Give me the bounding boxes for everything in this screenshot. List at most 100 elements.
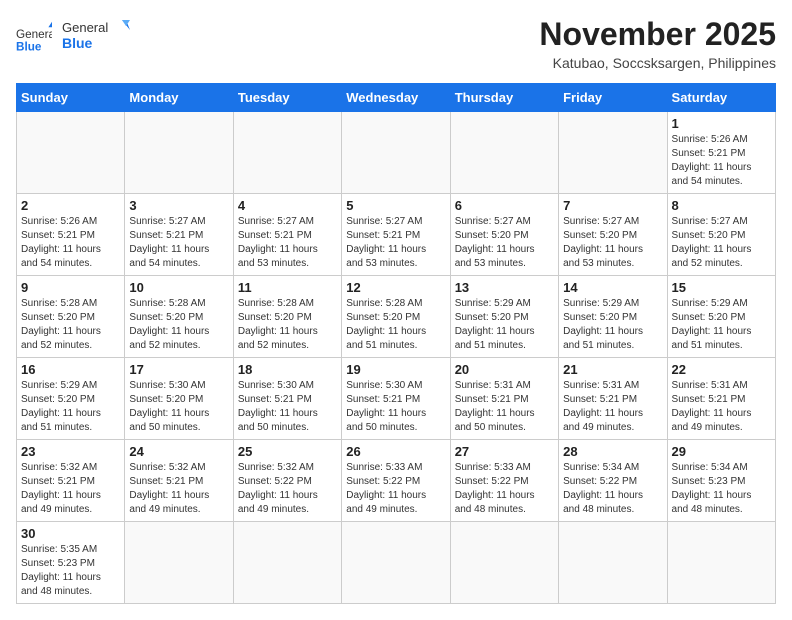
day-info: Sunrise: 5:34 AM Sunset: 5:23 PM Dayligh… (672, 461, 771, 517)
day-info: Sunrise: 5:31 AM Sunset: 5:21 PM Dayligh… (563, 379, 662, 435)
generalblue-logo-icon: General Blue (16, 20, 52, 56)
calendar-cell: 15 Sunrise: 5:29 AM Sunset: 5:20 PM Dayli… (667, 276, 775, 358)
day-info: Sunrise: 5:28 AM Sunset: 5:20 PM Dayligh… (238, 297, 337, 353)
day-number: 4 (238, 198, 337, 213)
logo-svg: General Blue (62, 16, 132, 54)
calendar-cell: 11 Sunrise: 5:28 AM Sunset: 5:20 PM Dayli… (233, 276, 341, 358)
calendar-cell: 28Sunrise: 5:34 AM Sunset: 5:22 PM Dayli… (559, 440, 667, 522)
day-info: Sunrise: 5:27 AM Sunset: 5:20 PM Dayligh… (672, 215, 771, 271)
day-info: Sunrise: 5:33 AM Sunset: 5:22 PM Dayligh… (346, 461, 445, 517)
day-info: Sunrise: 5:26 AM Sunset: 5:21 PM Dayligh… (672, 133, 771, 189)
day-info: Sunrise: 5:31 AM Sunset: 5:21 PM Dayligh… (672, 379, 771, 435)
day-number: 7 (563, 198, 662, 213)
day-info: Sunrise: 5:32 AM Sunset: 5:21 PM Dayligh… (129, 461, 228, 517)
day-number: 23 (21, 444, 120, 459)
calendar-header: SundayMondayTuesdayWednesdayThursdayFrid… (17, 84, 776, 112)
calendar-cell: 1 Sunrise: 5:26 AM Sunset: 5:21 PM Daylig… (667, 112, 775, 194)
day-number: 1 (672, 116, 771, 131)
calendar-cell (17, 112, 125, 194)
svg-text:Blue: Blue (62, 35, 93, 51)
calendar-week-row: 23 Sunrise: 5:32 AM Sunset: 5:21 PM Dayli… (17, 440, 776, 522)
svg-text:Blue: Blue (16, 40, 42, 53)
calendar-cell: 25 Sunrise: 5:32 AM Sunset: 5:22 PM Dayli… (233, 440, 341, 522)
calendar-body: 1 Sunrise: 5:26 AM Sunset: 5:21 PM Daylig… (17, 112, 776, 604)
calendar-cell: 4 Sunrise: 5:27 AM Sunset: 5:21 PM Daylig… (233, 194, 341, 276)
calendar-cell: 2Sunrise: 5:26 AM Sunset: 5:21 PM Daylig… (17, 194, 125, 276)
day-number: 15 (672, 280, 771, 295)
calendar-cell: 16Sunrise: 5:29 AM Sunset: 5:20 PM Dayli… (17, 358, 125, 440)
day-number: 19 (346, 362, 445, 377)
calendar-cell: 24 Sunrise: 5:32 AM Sunset: 5:21 PM Dayli… (125, 440, 233, 522)
calendar-week-row: 16Sunrise: 5:29 AM Sunset: 5:20 PM Dayli… (17, 358, 776, 440)
day-info: Sunrise: 5:29 AM Sunset: 5:20 PM Dayligh… (455, 297, 554, 353)
calendar-cell: 23 Sunrise: 5:32 AM Sunset: 5:21 PM Dayli… (17, 440, 125, 522)
calendar-cell (125, 522, 233, 604)
day-info: Sunrise: 5:28 AM Sunset: 5:20 PM Dayligh… (21, 297, 120, 353)
calendar-week-row: 30Sunrise: 5:35 AM Sunset: 5:23 PM Dayli… (17, 522, 776, 604)
calendar-cell: 21Sunrise: 5:31 AM Sunset: 5:21 PM Dayli… (559, 358, 667, 440)
calendar-cell: 14Sunrise: 5:29 AM Sunset: 5:20 PM Dayli… (559, 276, 667, 358)
weekday-header-saturday: Saturday (667, 84, 775, 112)
calendar-cell (559, 522, 667, 604)
weekday-header-thursday: Thursday (450, 84, 558, 112)
calendar-table: SundayMondayTuesdayWednesdayThursdayFrid… (16, 83, 776, 604)
weekday-header-row: SundayMondayTuesdayWednesdayThursdayFrid… (17, 84, 776, 112)
calendar-cell: 27Sunrise: 5:33 AM Sunset: 5:22 PM Dayli… (450, 440, 558, 522)
month-title: November 2025 (539, 16, 776, 53)
day-info: Sunrise: 5:27 AM Sunset: 5:21 PM Dayligh… (346, 215, 445, 271)
day-number: 20 (455, 362, 554, 377)
calendar-cell: 9 Sunrise: 5:28 AM Sunset: 5:20 PM Daylig… (17, 276, 125, 358)
calendar-cell: 18Sunrise: 5:30 AM Sunset: 5:21 PM Dayli… (233, 358, 341, 440)
svg-text:General: General (16, 28, 52, 41)
day-number: 29 (672, 444, 771, 459)
day-info: Sunrise: 5:27 AM Sunset: 5:21 PM Dayligh… (238, 215, 337, 271)
day-info: Sunrise: 5:30 AM Sunset: 5:21 PM Dayligh… (238, 379, 337, 435)
calendar-cell: 5 Sunrise: 5:27 AM Sunset: 5:21 PM Daylig… (342, 194, 450, 276)
calendar-cell: 8 Sunrise: 5:27 AM Sunset: 5:20 PM Daylig… (667, 194, 775, 276)
day-number: 16 (21, 362, 120, 377)
svg-text:General: General (62, 20, 108, 35)
calendar-cell: 3Sunrise: 5:27 AM Sunset: 5:21 PM Daylig… (125, 194, 233, 276)
day-info: Sunrise: 5:32 AM Sunset: 5:21 PM Dayligh… (21, 461, 120, 517)
calendar-cell: 19Sunrise: 5:30 AM Sunset: 5:21 PM Dayli… (342, 358, 450, 440)
day-info: Sunrise: 5:31 AM Sunset: 5:21 PM Dayligh… (455, 379, 554, 435)
weekday-header-sunday: Sunday (17, 84, 125, 112)
day-number: 8 (672, 198, 771, 213)
day-info: Sunrise: 5:29 AM Sunset: 5:20 PM Dayligh… (563, 297, 662, 353)
day-number: 2 (21, 198, 120, 213)
day-number: 12 (346, 280, 445, 295)
calendar-cell: 26Sunrise: 5:33 AM Sunset: 5:22 PM Dayli… (342, 440, 450, 522)
calendar-cell: 7Sunrise: 5:27 AM Sunset: 5:20 PM Daylig… (559, 194, 667, 276)
calendar-week-row: 1 Sunrise: 5:26 AM Sunset: 5:21 PM Daylig… (17, 112, 776, 194)
day-number: 24 (129, 444, 228, 459)
day-number: 10 (129, 280, 228, 295)
day-info: Sunrise: 5:35 AM Sunset: 5:23 PM Dayligh… (21, 543, 120, 599)
day-info: Sunrise: 5:33 AM Sunset: 5:22 PM Dayligh… (455, 461, 554, 517)
calendar-week-row: 9 Sunrise: 5:28 AM Sunset: 5:20 PM Daylig… (17, 276, 776, 358)
day-number: 9 (21, 280, 120, 295)
calendar-week-row: 2Sunrise: 5:26 AM Sunset: 5:21 PM Daylig… (17, 194, 776, 276)
day-number: 5 (346, 198, 445, 213)
calendar-cell: 22 Sunrise: 5:31 AM Sunset: 5:21 PM Dayli… (667, 358, 775, 440)
day-info: Sunrise: 5:30 AM Sunset: 5:20 PM Dayligh… (129, 379, 228, 435)
day-info: Sunrise: 5:28 AM Sunset: 5:20 PM Dayligh… (346, 297, 445, 353)
day-number: 25 (238, 444, 337, 459)
day-number: 22 (672, 362, 771, 377)
calendar-cell (450, 522, 558, 604)
day-info: Sunrise: 5:27 AM Sunset: 5:20 PM Dayligh… (455, 215, 554, 271)
calendar-cell (233, 112, 341, 194)
weekday-header-tuesday: Tuesday (233, 84, 341, 112)
day-info: Sunrise: 5:32 AM Sunset: 5:22 PM Dayligh… (238, 461, 337, 517)
calendar-cell (667, 522, 775, 604)
calendar-cell: 17Sunrise: 5:30 AM Sunset: 5:20 PM Dayli… (125, 358, 233, 440)
day-info: Sunrise: 5:27 AM Sunset: 5:21 PM Dayligh… (129, 215, 228, 271)
weekday-header-friday: Friday (559, 84, 667, 112)
calendar-cell (342, 522, 450, 604)
page-header: General Blue General Blue November 2025 … (16, 16, 776, 71)
calendar-cell: 10Sunrise: 5:28 AM Sunset: 5:20 PM Dayli… (125, 276, 233, 358)
day-number: 11 (238, 280, 337, 295)
day-info: Sunrise: 5:29 AM Sunset: 5:20 PM Dayligh… (672, 297, 771, 353)
calendar-cell: 12 Sunrise: 5:28 AM Sunset: 5:20 PM Dayli… (342, 276, 450, 358)
calendar-cell (125, 112, 233, 194)
calendar-cell (450, 112, 558, 194)
